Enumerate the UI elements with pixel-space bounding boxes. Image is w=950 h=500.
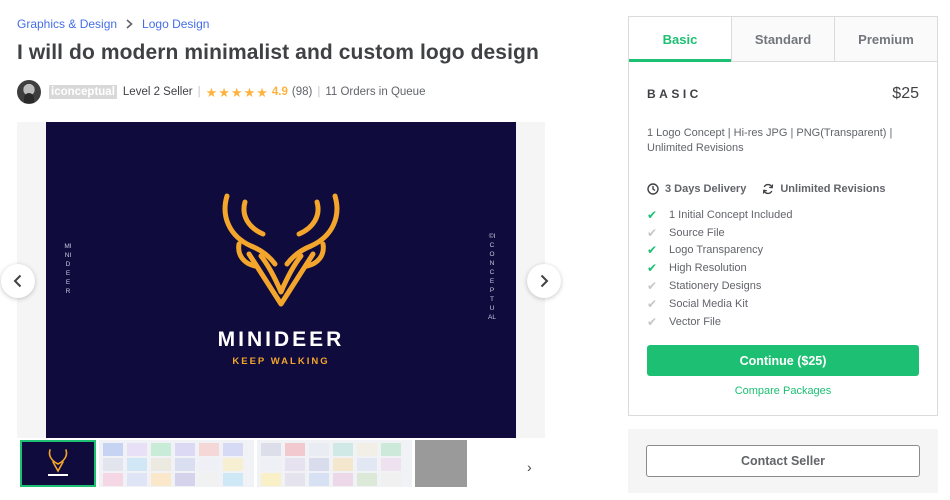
star-icon: ★: [256, 84, 268, 100]
logo-tagline: KEEP WALKING: [232, 356, 330, 367]
seller-overview: iconceptual Level 2 Seller | ★ ★ ★ ★ ★ 4…: [17, 80, 425, 104]
refresh-icon: [763, 183, 774, 195]
package-card: Basic Standard Premium BASIC $25 1 Logo …: [628, 16, 938, 416]
delivery-label: 3 Days Delivery: [665, 183, 747, 195]
package-meta: 3 Days Delivery Unlimited Revisions: [647, 183, 885, 195]
deer-logo-icon: [222, 193, 340, 307]
gallery-thumbnails: [17, 440, 545, 488]
feature-item: ✔ Logo Transparency: [647, 242, 793, 260]
divider: |: [317, 86, 321, 98]
clock-icon: [647, 183, 659, 195]
feature-item: ✔ Source File: [647, 224, 793, 242]
feature-label: 1 Initial Concept Included: [669, 208, 793, 221]
contact-seller-button[interactable]: Contact Seller: [646, 445, 920, 477]
star-icon: ★: [218, 84, 230, 100]
gallery-slide-logo: MINIDEER ©ICONCEPTUAL MINIDEER KEEP WALK…: [46, 122, 516, 438]
chevron-left-icon: [13, 274, 22, 288]
vertical-brand-text: MINIDEER: [64, 243, 72, 295]
chevron-right-icon: [126, 19, 133, 29]
star-icon: ★: [243, 84, 256, 100]
seller-level: Level 2 Seller: [122, 86, 193, 98]
feature-item: ✔ Vector File: [647, 313, 793, 331]
check-muted-icon: ✔: [647, 314, 658, 329]
seller-name[interactable]: iconceptual: [49, 85, 117, 99]
contact-panel: Contact Seller: [628, 429, 938, 493]
continue-button[interactable]: Continue ($25): [647, 345, 919, 376]
feature-item: ✔ Stationery Designs: [647, 277, 793, 295]
feature-label: Vector File: [669, 315, 721, 328]
review-count[interactable]: (98): [292, 86, 312, 98]
feature-label: Stationery Designs: [669, 280, 762, 293]
tab-premium[interactable]: Premium: [834, 17, 937, 61]
deer-logo-icon: [48, 449, 68, 476]
thumbnail-mockup[interactable]: [415, 440, 467, 487]
orders-in-queue: 11 Orders in Queue: [325, 86, 426, 98]
revisions-label: Unlimited Revisions: [780, 183, 886, 195]
breadcrumb-graphics-design[interactable]: Graphics & Design: [17, 17, 117, 31]
check-muted-icon: ✔: [647, 225, 658, 240]
gallery-prev-button[interactable]: [1, 264, 35, 298]
thumbnail-logo-collection[interactable]: [99, 440, 254, 487]
package-name: BASIC: [647, 87, 702, 101]
package-description: 1 Logo Concept | Hi-res JPG | PNG(Transp…: [647, 127, 893, 154]
feature-item: ✔ 1 Initial Concept Included: [647, 206, 793, 224]
vertical-credit-text: ©ICONCEPTUAL: [488, 233, 496, 321]
thumbnails-next-icon[interactable]: ›: [527, 459, 532, 475]
star-icon: ★: [230, 84, 243, 100]
gallery-next-button[interactable]: [527, 264, 561, 298]
thumbnail-logo-collection[interactable]: [257, 440, 412, 487]
package-price: $25: [892, 85, 919, 102]
tab-basic[interactable]: Basic: [629, 17, 731, 62]
check-muted-icon: ✔: [647, 296, 658, 311]
feature-item: ✔ High Resolution: [647, 259, 793, 277]
package-tabs: Basic Standard Premium: [629, 17, 937, 62]
check-icon: ✔: [647, 207, 658, 222]
feature-list: ✔ 1 Initial Concept Included ✔ Source File ✔…: [647, 206, 793, 331]
gig-title: I will do modern minimalist and custom l…: [17, 41, 539, 64]
avatar[interactable]: [17, 80, 41, 104]
tab-standard[interactable]: Standard: [731, 17, 834, 61]
chevron-right-icon: [540, 274, 549, 288]
feature-label: High Resolution: [669, 262, 747, 275]
feature-label: Social Media Kit: [669, 297, 748, 310]
check-icon: ✔: [647, 261, 658, 276]
divider: |: [197, 86, 201, 98]
revisions: Unlimited Revisions: [762, 183, 885, 195]
package-header: BASIC $25: [647, 85, 919, 103]
star-icon: ★: [205, 84, 218, 100]
rating-score: 4.9: [271, 86, 288, 98]
breadcrumb: Graphics & Design Logo Design: [17, 17, 209, 31]
check-icon: ✔: [647, 243, 658, 258]
feature-label: Source File: [669, 226, 725, 239]
delivery-time: 3 Days Delivery: [647, 183, 746, 195]
logo-brand-name: MINIDEER: [217, 328, 345, 351]
thumbnail-fade: [487, 440, 545, 488]
rating-stars: ★ ★ ★ ★ ★: [206, 86, 268, 99]
feature-label: Logo Transparency: [669, 244, 764, 257]
feature-item: ✔ Social Media Kit: [647, 295, 793, 313]
gig-gallery: MINIDEER ©ICONCEPTUAL MINIDEER KEEP WALK…: [17, 122, 545, 438]
thumbnail-active[interactable]: [20, 440, 96, 487]
breadcrumb-logo-design[interactable]: Logo Design: [142, 17, 209, 31]
check-muted-icon: ✔: [647, 279, 658, 294]
compare-packages-link[interactable]: Compare Packages: [629, 385, 937, 397]
